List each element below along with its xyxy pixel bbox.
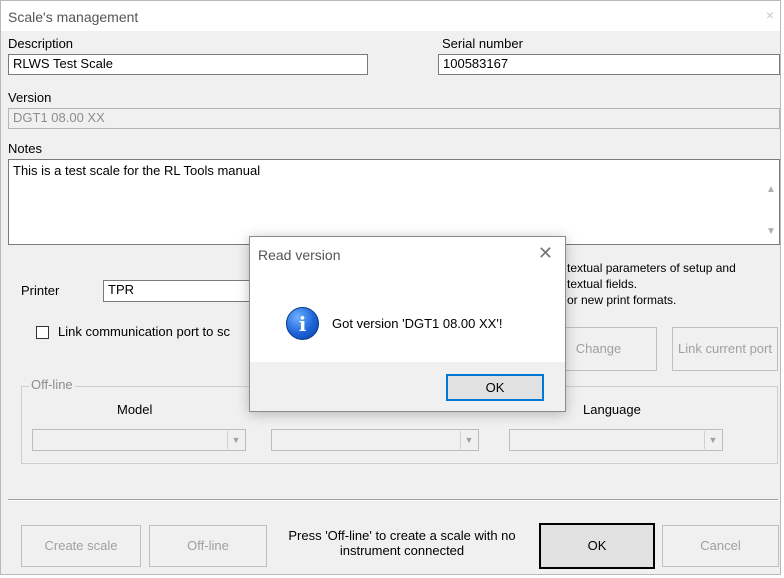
create-scale-button[interactable]: Create scale: [21, 525, 141, 567]
scroll-down-icon[interactable]: ▼: [766, 226, 776, 237]
description-label: Description: [8, 36, 74, 51]
link-port-checkbox-label: Link communication port to sc: [58, 324, 230, 339]
language-label: Language: [583, 402, 641, 417]
ok-button[interactable]: OK: [539, 523, 655, 569]
notes-textarea[interactable]: This is a test scale for the RL Tools ma…: [8, 159, 780, 245]
dialog-footer: OK: [250, 362, 565, 411]
link-port-checkbox[interactable]: [36, 326, 49, 339]
link-current-port-button[interactable]: Link current port: [672, 327, 778, 371]
offline-group-title: Off-line: [29, 377, 75, 392]
window-close-icon[interactable]: ×: [766, 7, 774, 23]
notes-text: This is a test scale for the RL Tools ma…: [13, 163, 261, 178]
info-text-line3: or new print formats.: [567, 293, 677, 307]
info-text-line2: textual fields.: [567, 277, 638, 291]
offline-button[interactable]: Off-line: [149, 525, 267, 567]
model-dropdown[interactable]: ▼: [32, 429, 246, 451]
dialog-title: Read version: [258, 247, 341, 263]
notes-label: Notes: [8, 141, 42, 156]
chevron-down-icon: ▼: [704, 431, 721, 449]
window-title: Scale's management: [8, 9, 139, 25]
info-icon: i: [286, 307, 319, 340]
model-label: Model: [117, 402, 153, 417]
title-bar: Scale's management ×: [1, 1, 780, 31]
offline-middle-dropdown[interactable]: ▼: [271, 429, 479, 451]
notes-scrollbar[interactable]: ▲ ▼: [762, 160, 779, 244]
version-label: Version: [8, 90, 52, 105]
serial-number-field[interactable]: 100583167: [438, 54, 780, 75]
version-field: DGT1 08.00 XX: [8, 108, 780, 129]
chevron-down-icon: ▼: [227, 431, 244, 449]
printer-label: Printer: [21, 283, 60, 298]
serial-number-label: Serial number: [442, 36, 523, 51]
scroll-up-icon[interactable]: ▲: [766, 184, 776, 195]
dialog-message: Got version 'DGT1 08.00 XX'!: [332, 316, 503, 331]
language-dropdown[interactable]: ▼: [509, 429, 723, 451]
footer-separator: [8, 499, 778, 501]
dialog-ok-button[interactable]: OK: [446, 374, 544, 401]
description-field[interactable]: RLWS Test Scale: [8, 54, 368, 75]
info-text-line1: textual parameters of setup and: [567, 261, 736, 275]
chevron-down-icon: ▼: [460, 431, 477, 449]
read-version-dialog: Read version ✕ i Got version 'DGT1 08.00…: [249, 236, 566, 412]
dialog-close-icon[interactable]: ✕: [538, 243, 553, 264]
printer-field[interactable]: TPR: [103, 280, 263, 302]
offline-hint-text: Press 'Off-line' to create a scale with …: [288, 528, 516, 558]
cancel-button[interactable]: Cancel: [662, 525, 779, 567]
